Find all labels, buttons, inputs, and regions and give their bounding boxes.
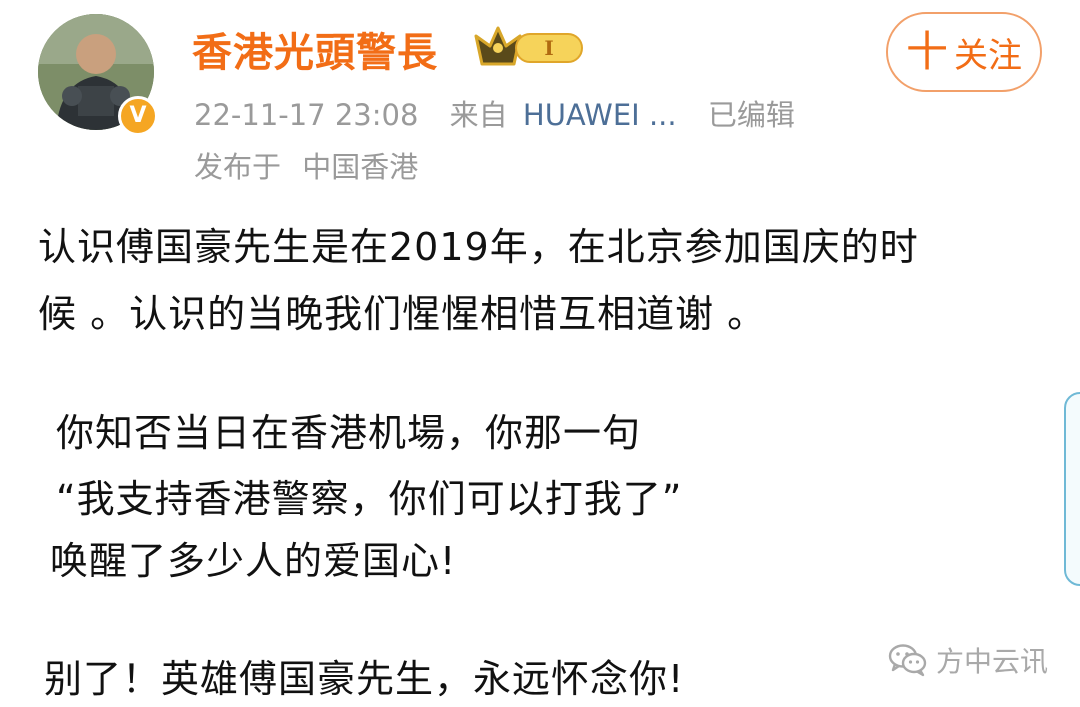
post-meta: 22-11-17 23:08 来自 HUAWEI ... 已编辑 xyxy=(194,92,795,134)
follow-label: 关注 xyxy=(954,35,1022,76)
location-value: 中国香港 xyxy=(302,150,419,184)
wechat-icon xyxy=(888,644,927,677)
post-text-line: “我支持香港警察，你们可以打我了” xyxy=(56,477,683,521)
vip-crown-badge-icon[interactable]: I xyxy=(472,24,588,70)
verified-badge-icon: V xyxy=(118,96,158,136)
source-label: 来自 xyxy=(449,98,508,132)
post-text-line: 候 。认识的当晚我们惺惺相惜互相道谢 。 xyxy=(38,292,767,336)
post-text-line: 你知否当日在香港机場，你那一句 xyxy=(56,411,642,455)
follow-button[interactable]: 十 关注 xyxy=(886,12,1042,92)
watermark: 方中云讯 xyxy=(888,640,1048,680)
verified-mark: V xyxy=(129,103,147,128)
plus-icon: 十 xyxy=(905,27,948,76)
username[interactable]: 香港光頭警長 xyxy=(192,20,438,78)
edited-label[interactable]: 已编辑 xyxy=(708,98,795,132)
watermark-text: 方中云讯 xyxy=(936,645,1049,678)
post-text-line: 认识傅国豪先生是在2019年，在北京参加国庆的时 xyxy=(38,225,919,269)
post-text-line: 别了！英雄傅国豪先生，永远怀念你! xyxy=(44,657,685,701)
edge-floating-card[interactable] xyxy=(1064,392,1080,586)
location-prefix: 发布于 xyxy=(194,150,282,184)
vip-level: I xyxy=(544,36,553,60)
source-device-link[interactable]: HUAWEI ... xyxy=(523,98,677,132)
post-text-line: 唤醒了多少人的爱国心! xyxy=(50,539,457,583)
post-location: 发布于 中国香港 xyxy=(194,144,418,186)
post-time: 22-11-17 23:08 xyxy=(194,98,419,132)
